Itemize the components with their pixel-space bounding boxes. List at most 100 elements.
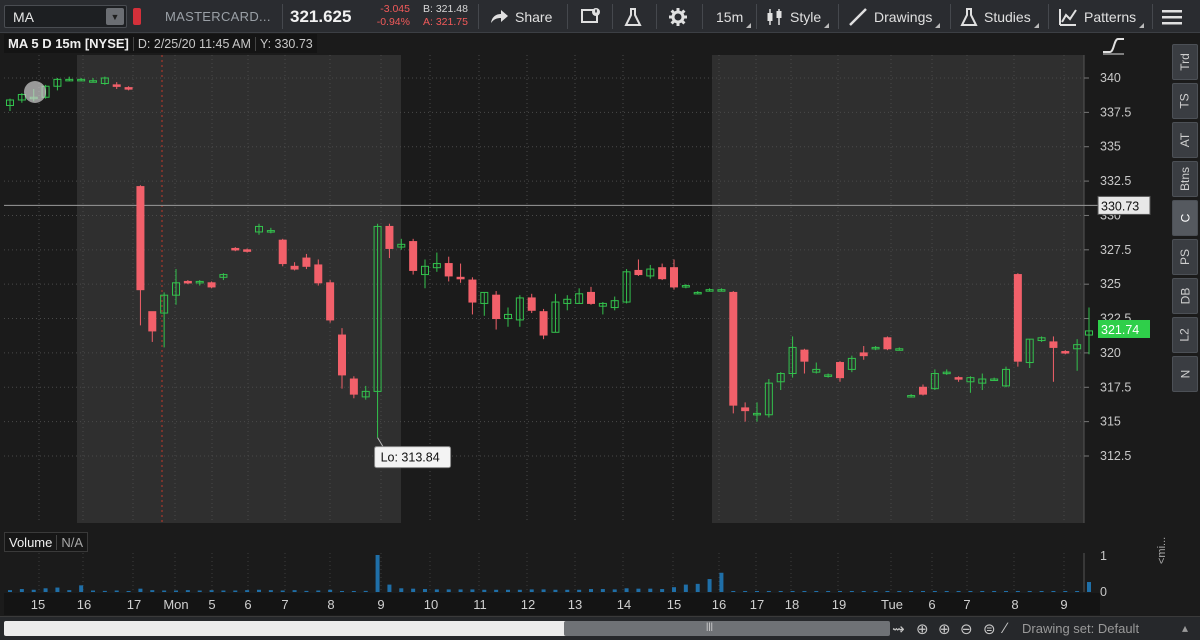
volume-scale-top: 1	[1100, 549, 1107, 563]
candle-down	[587, 291, 595, 304]
volume-value: N/A	[56, 534, 87, 550]
volume-bar	[553, 589, 558, 592]
share-label: Share	[515, 8, 553, 25]
company-name: MASTERCARD...	[165, 9, 271, 24]
time-axis-label: 9	[377, 597, 384, 612]
volume-bar	[778, 591, 783, 592]
volume-bar	[328, 589, 333, 592]
volume-bar	[992, 591, 997, 592]
volume-bar	[1039, 591, 1044, 592]
volume-bar	[695, 583, 700, 592]
last-price-label: 321.74	[1101, 323, 1139, 337]
side-tab-l2[interactable]: L2	[1172, 317, 1198, 353]
price-chart[interactable]: 340337.5335332.5330327.5325322.5320317.5…	[0, 0, 1200, 616]
drawing-set-toggle[interactable]: ▴	[1182, 621, 1188, 635]
session-band-regular	[77, 55, 401, 523]
side-tab-label: PS	[1177, 248, 1192, 266]
reset-zoom-icon[interactable]: ⊜	[983, 620, 996, 638]
candle-down	[468, 279, 477, 303]
time-axis-label: 15	[31, 597, 45, 612]
drawings-button[interactable]: Drawings	[848, 4, 941, 29]
side-tab-at[interactable]: AT	[1172, 122, 1198, 158]
time-axis-label: 17	[127, 597, 141, 612]
volume-bar	[411, 588, 416, 592]
symbol-input[interactable]: MA	[5, 9, 106, 25]
zoom-in-icon[interactable]: ⊕	[938, 620, 951, 638]
interval-selector[interactable]: 15m	[716, 4, 752, 29]
ask-price: A: 321.75	[423, 16, 468, 28]
studies-button[interactable]: Studies	[960, 4, 1039, 29]
alert-flag-icon[interactable]	[133, 8, 141, 25]
share-icon	[491, 9, 508, 23]
style-button[interactable]: Style	[766, 4, 830, 29]
volume-bar	[91, 590, 95, 592]
volume-bar	[245, 590, 250, 592]
session-band-regular	[712, 55, 1084, 523]
divider	[702, 4, 703, 29]
crosshair-icon[interactable]: ⊕	[916, 620, 929, 638]
volume-bar	[873, 591, 878, 592]
divider	[838, 4, 839, 29]
volume-bar	[683, 584, 688, 592]
volume-bar	[956, 591, 961, 592]
volume-bar	[743, 591, 748, 592]
side-tab-label: N	[1177, 369, 1192, 379]
side-tab-btns[interactable]: Btns	[1172, 161, 1198, 197]
drawing-tool-icon[interactable]	[1100, 34, 1126, 56]
candle-down	[278, 239, 287, 265]
settings-button[interactable]	[668, 4, 688, 29]
price-axis-label: 340	[1100, 71, 1121, 85]
dropdown-corner-icon	[1139, 23, 1145, 28]
volume-panel-bg	[4, 553, 1084, 592]
price-axis-label: 332.5	[1100, 174, 1131, 188]
volume-bar	[19, 589, 24, 592]
volume-bar	[660, 589, 665, 592]
draw-line-icon[interactable]: ∕	[1004, 620, 1007, 637]
side-tab-label: Btns	[1178, 166, 1193, 192]
volume-bar	[849, 591, 854, 592]
zoom-out-icon[interactable]: ⊖	[960, 620, 973, 638]
style-label: Style	[790, 8, 822, 25]
side-tab-trd[interactable]: Trd	[1172, 44, 1198, 80]
zoom-expand-icon[interactable]: ⇝	[892, 620, 905, 638]
side-tab-db[interactable]: DB	[1172, 278, 1198, 314]
side-tab-ps[interactable]: PS	[1172, 239, 1198, 275]
menu-button[interactable]	[1160, 4, 1184, 29]
candle-down	[456, 276, 465, 280]
side-tab-label: L2	[1177, 328, 1192, 342]
volume-bar	[257, 589, 261, 592]
patterns-button[interactable]: Patterns	[1058, 4, 1145, 29]
volume-bar	[387, 584, 392, 592]
alert-message-button[interactable]	[580, 4, 602, 29]
volume-bar	[209, 590, 214, 592]
volume-bar	[1051, 591, 1056, 592]
symbol-selector[interactable]: MA ▼	[4, 5, 127, 28]
volume-bar	[185, 590, 190, 592]
candle-down	[539, 311, 548, 336]
candle-down	[207, 282, 216, 288]
volume-bar	[506, 589, 510, 592]
flask-button[interactable]	[624, 4, 642, 29]
time-axis-label: 11	[473, 597, 487, 612]
scrollbar-thumb[interactable]	[564, 621, 890, 636]
volume-bar	[446, 589, 451, 592]
volume-bar	[565, 589, 570, 592]
share-button[interactable]: Share	[489, 4, 552, 29]
candle-down	[349, 378, 358, 395]
side-tab-n[interactable]: N	[1172, 356, 1198, 392]
candle-down	[231, 247, 240, 251]
time-scrollbar[interactable]	[4, 621, 890, 636]
divider	[1048, 4, 1049, 29]
side-tab-c[interactable]: C	[1172, 200, 1198, 236]
top-toolbar: MA ▼ MASTERCARD... 321.625 -3.045 -0.94%…	[0, 0, 1200, 33]
chevron-down-icon[interactable]: ▼	[106, 8, 124, 25]
volume-bar	[672, 587, 676, 592]
volume-bar	[458, 589, 463, 592]
side-tab-ts[interactable]: TS	[1172, 83, 1198, 119]
patterns-label: Patterns	[1084, 8, 1137, 25]
volume-bar	[814, 591, 819, 592]
time-axis-label: 13	[568, 597, 582, 612]
drawing-set-label[interactable]: Drawing set: Default	[1022, 621, 1139, 636]
candle-down	[444, 263, 453, 277]
volume-bar	[340, 591, 344, 592]
